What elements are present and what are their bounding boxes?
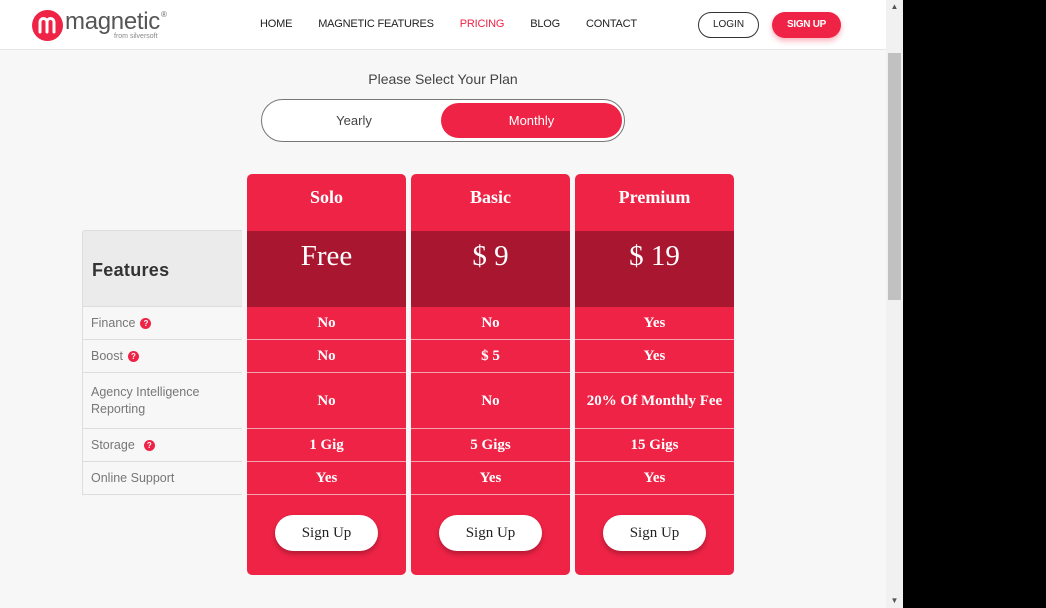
nav-home[interactable]: HOME [260,18,292,32]
feature-label: Storage [91,438,135,452]
feature-row-boost: Boost ? [82,340,242,373]
plan-cell-storage: 5 Gigs [411,429,570,462]
plan-price: $ 19 [575,231,734,307]
plan-card-premium: Premium $ 19 Yes Yes 20% Of Monthly Fee … [575,174,734,575]
plan-cell-online-support: Yes [575,462,734,495]
brand-logo[interactable]: magnetic ® from silversoft [32,8,172,43]
basic-signup-button[interactable]: Sign Up [439,515,542,551]
nav-pricing[interactable]: PRICING [460,18,505,32]
features-column: Features Finance ? Boost ? Agency Intell… [82,230,242,495]
plan-select-prompt: Please Select Your Plan [368,71,518,87]
plan-cell-boost: Yes [575,340,734,373]
brand-reg-mark: ® [161,10,167,19]
header-signup-button[interactable]: SIGN UP [772,12,841,38]
plan-cell-finance: No [411,307,570,340]
plan-card-solo: Solo Free No No No 1 Gig Yes Sign Up [247,174,406,575]
plan-price: $ 9 [411,231,570,307]
main-nav: HOME MAGNETIC FEATURES PRICING BLOG CONT… [260,18,663,32]
plan-cell-storage: 15 Gigs [575,429,734,462]
plan-name: Premium [618,187,691,207]
feature-label: Finance [91,316,136,330]
nav-magnetic-features[interactable]: MAGNETIC FEATURES [318,18,434,32]
features-header: Features [82,230,242,307]
login-button[interactable]: LOGIN [698,12,759,38]
question-circle-icon[interactable]: ? [140,317,152,329]
feature-label: Agency Intelligence Reporting [91,384,200,416]
feature-label: Online Support [91,471,175,485]
scroll-down-arrow-icon[interactable]: ▼ [886,594,903,608]
plan-cell-storage: 1 Gig [247,429,406,462]
billing-monthly-option[interactable]: Monthly [441,103,622,138]
plan-cell-finance: No [247,307,406,340]
brand-tagline: from silversoft [114,33,158,40]
scrollbar-thumb[interactable] [888,53,901,300]
solo-signup-button[interactable]: Sign Up [275,515,378,551]
feature-row-finance: Finance ? [82,307,242,340]
plan-cell-boost: No [247,340,406,373]
question-circle-icon[interactable]: ? [127,350,139,362]
question-circle-icon[interactable]: ? [143,439,155,451]
feature-row-online-support: Online Support [82,462,242,495]
feature-row-agency-intelligence: Agency Intelligence Reporting [82,373,242,429]
brand-name: magnetic [65,8,160,35]
scroll-up-arrow-icon[interactable]: ▲ [886,0,903,14]
plan-name: Basic [469,187,511,207]
plan-cell-agency-intelligence: No [247,373,406,429]
plan-price: Free [247,231,406,307]
plan-name: Solo [309,187,343,207]
nav-blog[interactable]: BLOG [530,18,560,32]
feature-label: Boost [91,349,123,363]
billing-toggle: Yearly Monthly [261,99,625,142]
page-scrollbar[interactable]: ▲ ▼ [886,0,903,608]
plan-cell-agency-intelligence: No [411,373,570,429]
magnetic-logo-icon [32,10,63,41]
plan-cell-boost: $ 5 [411,340,570,373]
premium-signup-button[interactable]: Sign Up [603,515,706,551]
page-viewport: magnetic ® from silversoft HOME MAGNETIC… [0,0,886,608]
features-title: Features [92,260,170,280]
plan-card-basic: Basic $ 9 No $ 5 No 5 Gigs Yes Sign Up [411,174,570,575]
nav-contact[interactable]: CONTACT [586,18,637,32]
plan-cell-agency-intelligence: 20% Of Monthly Fee [575,373,734,429]
feature-row-storage: Storage ? [82,429,242,462]
billing-yearly-option[interactable]: Yearly [266,103,442,138]
plan-cell-online-support: Yes [247,462,406,495]
plan-cell-online-support: Yes [411,462,570,495]
site-header: magnetic ® from silversoft HOME MAGNETIC… [0,0,886,50]
plan-cell-finance: Yes [575,307,734,340]
